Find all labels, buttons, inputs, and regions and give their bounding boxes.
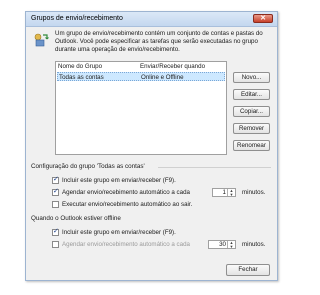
dialog-title: Grupos de envio/recebimento [31,15,123,22]
offline-schedule-checkbox[interactable] [52,241,59,248]
stepper-arrows-icon[interactable]: ▲ ▼ [227,241,235,248]
online-on-exit-label: Executar envio/recebimento automático ao… [62,201,193,208]
list-item[interactable]: Todas as contas Online e Offline [57,72,225,81]
groups-list[interactable]: Nome do Grupo Enviar/Receber quando Toda… [55,61,227,155]
offline-include-checkbox[interactable] [52,227,59,236]
online-minutes-stepper[interactable]: 1 ▲ ▼ [212,188,236,197]
stepper-arrows-icon[interactable]: ▲ ▼ [227,189,235,196]
offline-minutes-value: 30 [219,241,226,248]
online-schedule-checkbox[interactable] [52,187,59,196]
close-window-button[interactable]: ✕ [253,14,273,23]
online-minutes-value: 1 [222,189,226,196]
online-include-label: Incluir este grupo em enviar/receber (F9… [62,177,176,184]
close-button[interactable]: Fechar [226,264,270,276]
send-receive-icon [34,33,49,47]
rename-button[interactable]: Renomear [233,140,270,151]
offline-minutes-unit: minutos. [242,241,266,248]
offline-section-title: Quando o Outlook estiver offline [31,215,121,222]
col-header-name: Nome do Grupo [58,63,103,70]
online-minutes-unit: minutos. [242,189,266,196]
online-on-exit-checkbox[interactable] [52,201,59,208]
section-divider [158,167,271,168]
dialog-description: Um grupo de envio/recebimento contém um … [55,30,263,53]
group-when: Online e Offline [141,74,184,81]
group-name: Todas as contas [59,74,104,81]
online-schedule-label: Agendar envio/recebimento automático a c… [62,189,190,196]
edit-button[interactable]: Editar... [233,89,270,100]
col-header-when: Enviar/Receber quando [140,63,206,70]
remove-button[interactable]: Remover [233,123,270,134]
offline-schedule-label: Agendar envio/recebimento automático a c… [62,241,190,248]
close-icon: ✕ [260,15,266,22]
new-button[interactable]: Novo... [233,72,270,83]
online-section-title: Configuração do grupo 'Todas as contas' [31,163,145,170]
offline-minutes-stepper[interactable]: 30 ▲ ▼ [208,240,236,249]
title-bar: Grupos de envio/recebimento ✕ [26,12,277,27]
copy-button[interactable]: Copiar... [233,106,270,117]
online-include-checkbox[interactable] [52,175,59,184]
offline-include-label: Incluir este grupo em enviar/receber (F9… [62,229,176,236]
send-receive-groups-dialog: Grupos de envio/recebimento ✕ Um grupo d… [25,11,278,281]
